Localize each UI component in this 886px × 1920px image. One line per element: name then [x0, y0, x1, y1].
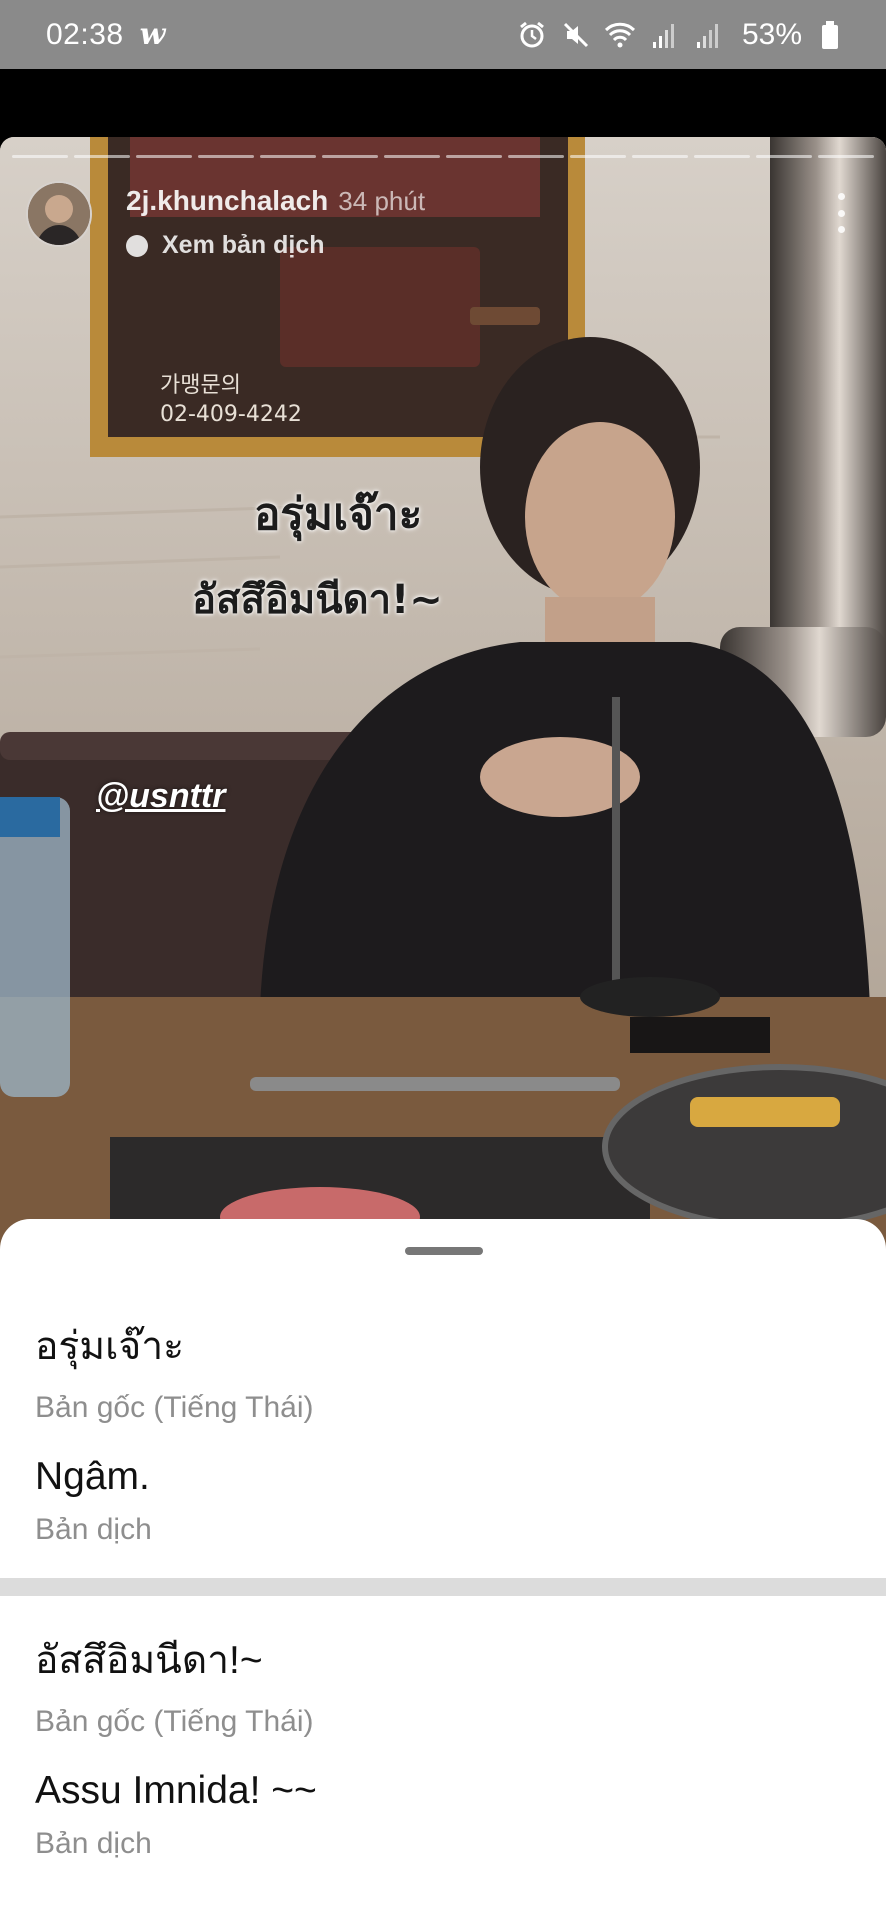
- story-photo: 가맹문의 02-409-4242: [0, 137, 886, 1257]
- progress-segment: [570, 155, 626, 158]
- battery-icon: [814, 19, 846, 51]
- alarm-icon: [516, 19, 548, 51]
- progress-segment: [756, 155, 812, 158]
- story-username[interactable]: 2j.khunchalach: [126, 185, 328, 216]
- story-header-text: 2j.khunchalach 34 phút Xem bản dịch: [126, 185, 425, 260]
- mention-sticker[interactable]: @usnttr: [96, 777, 225, 816]
- sheet-drag-handle[interactable]: [405, 1247, 483, 1255]
- mute-icon: [560, 19, 592, 51]
- translation-entry-translated-2: Assu Imnida! ~~ Bản dịch: [35, 1769, 317, 1861]
- progress-segment: [322, 155, 378, 158]
- original-caption-2: Bản gốc (Tiếng Thái): [35, 1705, 314, 1738]
- battery-percent: 53%: [741, 17, 802, 51]
- signal-icon-2: [692, 19, 724, 51]
- translated-text-2: Assu Imnida! ~~: [35, 1769, 317, 1812]
- story-sticker-text-1: อรุ่มเจ๊าะ: [254, 489, 423, 540]
- original-text-1: อรุ่มเจ๊าะ: [35, 1325, 185, 1368]
- more-options-icon[interactable]: [836, 193, 846, 233]
- avatar[interactable]: [26, 181, 92, 247]
- translated-text-1: Ngâm.: [35, 1455, 150, 1498]
- story-progress-bar: [12, 155, 874, 158]
- story-time-ago: 34 phút: [338, 186, 426, 216]
- progress-segment: [136, 155, 192, 158]
- progress-segment: [12, 155, 68, 158]
- story-sticker-text-2: อัสสึอิมนีดา!~: [192, 577, 443, 623]
- progress-segment: [818, 155, 874, 158]
- translation-entry-original-2: อัสสึอิมนีดา!~ Bản gốc (Tiếng Thái): [35, 1629, 313, 1739]
- translation-entry-translated-1: Ngâm. Bản dịch: [35, 1455, 152, 1547]
- poster-text-1: 가맹문의: [160, 373, 241, 398]
- story-header: 2j.khunchalach 34 phút Xem bản dịch: [26, 181, 425, 260]
- status-bar: 02:38 w 53%: [0, 0, 886, 69]
- story-viewer[interactable]: 가맹문의 02-409-4242 2j.khunchalach 34 phút …: [0, 137, 886, 1257]
- progress-segment: [260, 155, 316, 158]
- translated-caption-2: Bản dịch: [35, 1827, 152, 1860]
- progress-segment: [384, 155, 440, 158]
- signal-icon: [648, 19, 680, 51]
- original-caption-1: Bản gốc (Tiếng Thái): [35, 1391, 314, 1424]
- section-divider: [0, 1578, 886, 1596]
- status-icons: 53%: [516, 18, 846, 52]
- see-translation-label: Xem bản dịch: [162, 231, 325, 259]
- see-translation-link[interactable]: Xem bản dịch: [126, 231, 425, 260]
- original-text-2: อัสสึอิมนีดา!~: [35, 1639, 263, 1682]
- wifi-icon: [604, 19, 636, 51]
- progress-segment: [198, 155, 254, 158]
- progress-segment: [694, 155, 750, 158]
- translation-entry-original-1: อรุ่มเจ๊าะ Bản gốc (Tiếng Thái): [35, 1315, 313, 1425]
- translation-bottom-sheet: อรุ่มเจ๊าะ Bản gốc (Tiếng Thái) Ngâm. Bả…: [0, 1219, 886, 1920]
- progress-segment: [446, 155, 502, 158]
- progress-segment: [74, 155, 130, 158]
- status-time: 02:38: [46, 17, 124, 51]
- app-notification-icon: w: [139, 17, 166, 52]
- translated-caption-1: Bản dịch: [35, 1513, 152, 1546]
- progress-segment: [508, 155, 564, 158]
- black-band: [0, 69, 886, 137]
- poster-text-2: 02-409-4242: [160, 402, 302, 427]
- progress-segment: [632, 155, 688, 158]
- translate-icon: [126, 234, 148, 257]
